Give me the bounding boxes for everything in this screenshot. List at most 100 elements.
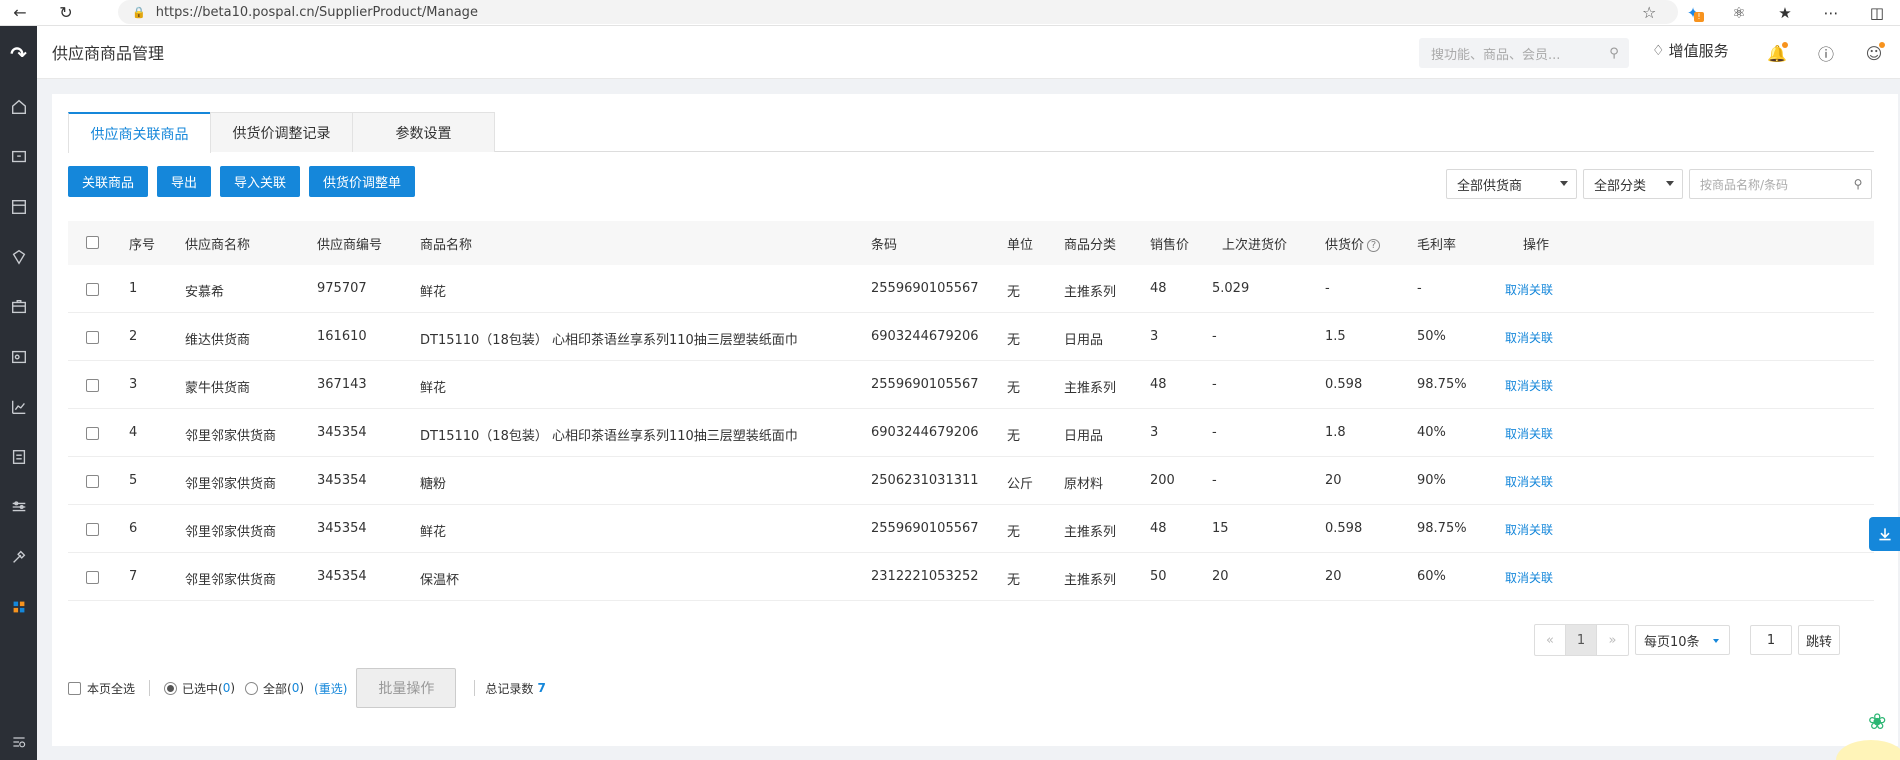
- unlink-action-link[interactable]: 取消关联: [1505, 281, 1553, 298]
- row-checkbox[interactable]: [86, 379, 99, 392]
- unlink-action-link[interactable]: 取消关联: [1505, 569, 1553, 586]
- table-row[interactable]: 1 安慕希 975707 鲜花 2559690105567 无 主推系列 48 5.029 - - 取…: [68, 265, 1874, 313]
- notification-dot: [1782, 42, 1788, 48]
- report-chart-icon[interactable]: [0, 382, 37, 432]
- prev-page-button[interactable]: «: [1535, 625, 1566, 655]
- row-checkbox[interactable]: [86, 571, 99, 584]
- favorite-star-icon[interactable]: ☆: [1642, 3, 1656, 22]
- cell-supplier-name: 安慕希: [185, 285, 225, 300]
- cell-barcode: 6903244679206: [871, 329, 979, 344]
- notification-bell-icon[interactable]: 🔔: [1765, 41, 1789, 65]
- link-products-button[interactable]: 关联商品: [68, 166, 149, 197]
- table-body: 1 安慕希 975707 鲜花 2559690105567 无主推系列 48 5.029- - 取…: [68, 265, 1874, 601]
- page-size-select[interactable]: 每页10条: [1635, 625, 1730, 655]
- help-icon[interactable]: ⓘ: [1814, 41, 1838, 65]
- document-icon[interactable]: [0, 432, 37, 482]
- cell-category: 主推系列: [1064, 525, 1117, 540]
- assistant-leaf-icon[interactable]: ❀: [1868, 710, 1886, 735]
- batch-operation-button[interactable]: 批量操作: [356, 668, 457, 708]
- apps-grid-icon[interactable]: [0, 582, 37, 632]
- table-row[interactable]: 5 邻里邻家供货商 345354 糖粉 2506231031311 公斤 原材料 200 - 20…: [68, 457, 1874, 505]
- cell-unit: 无: [1007, 333, 1021, 348]
- tab-supplier-products[interactable]: 供应商关联商品: [68, 112, 211, 153]
- reselect-link[interactable]: (重选): [314, 680, 347, 697]
- extension-bird-icon[interactable]: ✦!: [1670, 4, 1716, 22]
- back-icon[interactable]: ←: [4, 0, 36, 26]
- table-row[interactable]: 2 维达供货商 161610 DT15110（18包装） 心相印茶语丝享系列110抽三…: [68, 313, 1874, 361]
- row-checkbox[interactable]: [86, 475, 99, 488]
- row-checkbox[interactable]: [86, 283, 99, 296]
- jump-page-input[interactable]: 1: [1750, 625, 1792, 655]
- table-row[interactable]: 7 邻里邻家供货商 345354 保温杯 2312221053252 无 主推系列 50 20 2…: [68, 553, 1874, 601]
- total-records-value: 7: [537, 681, 546, 695]
- all-radio[interactable]: [245, 681, 259, 695]
- row-checkbox[interactable]: [86, 427, 99, 440]
- unlink-action-link[interactable]: 取消关联: [1505, 521, 1553, 538]
- chevron-down-icon: [1666, 181, 1674, 186]
- product-search-input[interactable]: 按商品名称/条码 ⚲: [1689, 169, 1872, 199]
- row-checkbox[interactable]: [86, 523, 99, 536]
- import-link-button[interactable]: 导入关联: [220, 166, 301, 197]
- cell-barcode: 6903244679206: [871, 425, 979, 440]
- global-search-placeholder: 搜功能、商品、会员...: [1431, 47, 1561, 63]
- extensions-puzzle-icon[interactable]: ⚛: [1716, 4, 1762, 22]
- col-category: 商品分类: [1064, 238, 1117, 253]
- tab-price-adjust-records[interactable]: 供货价调整记录: [210, 112, 353, 152]
- unlink-action-link[interactable]: 取消关联: [1505, 377, 1553, 394]
- row-checkbox[interactable]: [86, 331, 99, 344]
- price-adjust-button[interactable]: 供货价调整单: [309, 166, 416, 197]
- select-all-checkbox[interactable]: [86, 236, 99, 249]
- search-menu-icon[interactable]: [0, 734, 37, 750]
- question-help-icon[interactable]: ?: [1367, 239, 1381, 252]
- more-menu-icon[interactable]: ⋯: [1808, 4, 1854, 22]
- unlink-action-link[interactable]: 取消关联: [1505, 473, 1553, 490]
- download-float-button[interactable]: [1869, 517, 1900, 551]
- table-row[interactable]: 3 蒙牛供货商 367143 鲜花 2559690105567 无 主推系列 48 - 0.598…: [68, 361, 1874, 409]
- supplier-products-table: 序号 供应商名称 供应商编号 商品名称 条码 单位 商品分类 销售价 上次进货价…: [68, 221, 1874, 601]
- inventory-icon[interactable]: [0, 282, 37, 332]
- user-avatar-icon[interactable]: ☺: [1862, 41, 1886, 65]
- category-select[interactable]: 全部分类: [1583, 169, 1683, 199]
- favorites-icon[interactable]: ★: [1762, 4, 1808, 22]
- selected-count: 0: [222, 681, 231, 695]
- unlink-action-link[interactable]: 取消关联: [1505, 329, 1553, 346]
- tab-parameter-settings[interactable]: 参数设置: [352, 112, 495, 152]
- global-search-input[interactable]: 搜功能、商品、会员... ⚲: [1419, 38, 1629, 68]
- table-row[interactable]: 6 邻里邻家供货商 345354 鲜花 2559690105567 无 主推系列 48 15 0.…: [68, 505, 1874, 553]
- col-product-name: 商品名称: [420, 238, 473, 253]
- download-icon: [1878, 528, 1891, 541]
- cell-product-name: 糖粉: [420, 477, 447, 492]
- cell-product-name: 鲜花: [420, 381, 447, 396]
- value-added-services-button[interactable]: ♢ 增值服务: [1652, 40, 1729, 61]
- member-diamond-icon[interactable]: [0, 232, 37, 282]
- table-row[interactable]: 4 邻里邻家供货商 345354 DT15110（18包装） 心相印茶语丝享系列110…: [68, 409, 1874, 457]
- page-size-value: 每页10条: [1644, 634, 1700, 650]
- sidebar-toggle-icon[interactable]: ◫: [1854, 4, 1900, 22]
- unlink-action-link[interactable]: 取消关联: [1505, 425, 1553, 442]
- product-box-icon[interactable]: [0, 182, 37, 232]
- address-bar[interactable]: 🔒 https://beta10.pospal.cn/SupplierProdu…: [118, 0, 1678, 24]
- export-button[interactable]: 导出: [157, 166, 212, 197]
- select-page-checkbox[interactable]: [68, 681, 81, 695]
- tools-icon[interactable]: [0, 532, 37, 582]
- reload-icon[interactable]: ↻: [50, 0, 82, 26]
- cell-supplier-code: 345354: [317, 569, 367, 584]
- cell-sale-price: 48: [1150, 377, 1167, 392]
- home-icon[interactable]: [0, 82, 37, 132]
- page-1-button[interactable]: 1: [1566, 625, 1597, 655]
- supplier-select[interactable]: 全部供货商: [1446, 169, 1577, 199]
- cashier-icon[interactable]: [0, 132, 37, 182]
- selected-radio[interactable]: [164, 681, 178, 695]
- jump-button[interactable]: 跳转: [1798, 625, 1840, 655]
- pospal-logo-icon[interactable]: ↷: [0, 26, 37, 82]
- search-icon[interactable]: ⚲: [1845, 177, 1871, 191]
- cell-category: 日用品: [1064, 429, 1104, 444]
- employee-card-icon[interactable]: [0, 332, 37, 382]
- next-page-button[interactable]: »: [1597, 625, 1628, 655]
- col-last-purchase-price: 上次进货价: [1222, 238, 1288, 253]
- search-icon[interactable]: ⚲: [1599, 46, 1629, 61]
- cell-supply-price: 1.5: [1325, 329, 1346, 344]
- settings-sliders-icon[interactable]: [0, 482, 37, 532]
- cell-sale-price: 3: [1150, 425, 1159, 440]
- cell-category: 主推系列: [1064, 285, 1117, 300]
